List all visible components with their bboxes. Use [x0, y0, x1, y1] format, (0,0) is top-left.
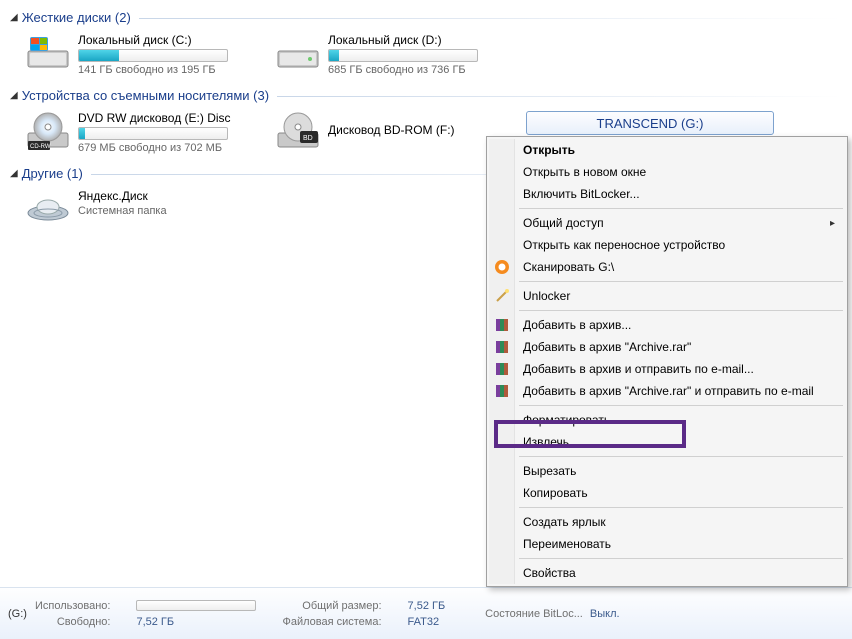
ctx-format[interactable]: Форматировать... — [489, 409, 845, 431]
total-label: Общий размер: — [282, 600, 381, 612]
submenu-arrow-icon: ▸ — [830, 218, 835, 229]
ctx-add-to-archive[interactable]: Добавить в архив... — [489, 314, 845, 336]
rar-books-icon — [494, 317, 510, 333]
yandex-disk-item[interactable]: Яндекс.Диск Системная папка — [24, 189, 274, 229]
group-rule — [277, 96, 842, 97]
magic-wand-icon — [494, 288, 510, 304]
space-bar — [78, 49, 228, 62]
dvd-rw-icon: CD-RW — [24, 111, 72, 151]
ctx-enable-bitlocker[interactable]: Включить BitLocker... — [489, 183, 845, 205]
ctx-separator — [519, 507, 843, 508]
ctx-separator — [519, 310, 843, 311]
ctx-copy[interactable]: Копировать — [489, 482, 845, 504]
ctx-create-shortcut[interactable]: Создать ярлык — [489, 511, 845, 533]
used-value — [136, 600, 256, 612]
ctx-scan[interactable]: Сканировать G:\ — [489, 256, 845, 278]
free-value: 7,52 ГБ — [136, 616, 256, 628]
group-title: Устройства со съемными носителями (3) — [22, 88, 269, 103]
rar-books-icon — [494, 339, 510, 355]
space-bar — [328, 49, 478, 62]
ctx-separator — [519, 281, 843, 282]
total-value: 7,52 ГБ — [408, 600, 446, 612]
ctx-properties[interactable]: Свойства — [489, 562, 845, 584]
space-fill — [79, 50, 119, 61]
group-title: Другие (1) — [22, 166, 83, 181]
ctx-separator — [519, 558, 843, 559]
collapse-triangle-icon: ◢ — [10, 12, 18, 23]
used-progress-icon — [136, 600, 256, 611]
ctx-separator — [519, 456, 843, 457]
svg-text:CD-RW: CD-RW — [30, 144, 51, 150]
fs-label: Файловая система: — [282, 616, 381, 628]
group-title: Жесткие диски (2) — [22, 10, 131, 25]
rar-books-icon — [494, 361, 510, 377]
space-fill — [79, 128, 85, 139]
drive-d[interactable]: Локальный диск (D:) 685 ГБ свободно из 7… — [274, 33, 524, 76]
ctx-eject[interactable]: Извлечь — [489, 431, 845, 453]
ctx-archive-email[interactable]: Добавить в архив и отправить по e-mail..… — [489, 358, 845, 380]
drive-freespace: 685 ГБ свободно из 736 ГБ — [328, 64, 524, 76]
drive-freespace: 679 МБ свободно из 702 МБ — [78, 142, 274, 154]
ctx-open-new-window[interactable]: Открыть в новом окне — [489, 161, 845, 183]
space-fill — [329, 50, 339, 61]
bd-rom-icon: BD — [274, 111, 322, 151]
drive-e-dvd[interactable]: CD-RW DVD RW дисковод (E:) Disc 679 МБ с… — [24, 111, 274, 154]
group-header-removable[interactable]: ◢ Устройства со съемными носителями (3) — [10, 88, 842, 103]
details-pane: (G:) Использовано: Общий размер: 7,52 ГБ… — [0, 587, 852, 639]
ctx-open-portable[interactable]: Открыть как переносное устройство — [489, 234, 845, 256]
drive-label: Дисковод BD-ROM (F:) — [328, 123, 524, 137]
ctx-open[interactable]: Открыть — [489, 139, 845, 161]
drive-label: Локальный диск (C:) — [78, 33, 274, 47]
hdd-icon — [274, 33, 322, 73]
rar-books-icon — [494, 383, 510, 399]
space-bar — [78, 127, 228, 140]
drive-freespace: 141 ГБ свободно из 195 ГБ — [78, 64, 274, 76]
details-drive-prefix: (G:) — [8, 608, 27, 620]
hdd-row: Локальный диск (C:) 141 ГБ свободно из 1… — [10, 31, 842, 84]
ctx-cut[interactable]: Вырезать — [489, 460, 845, 482]
drive-c[interactable]: Локальный диск (C:) 141 ГБ свободно из 1… — [24, 33, 274, 76]
folder-type: Системная папка — [78, 205, 167, 217]
ctx-unlocker[interactable]: Unlocker — [489, 285, 845, 307]
group-rule — [139, 18, 842, 19]
context-menu: Открыть Открыть в новом окне Включить Bi… — [486, 136, 848, 587]
drive-g-transcend-selected[interactable]: TRANSCEND (G:) — [526, 111, 774, 135]
collapse-triangle-icon: ◢ — [10, 168, 18, 179]
folder-label: Яндекс.Диск — [78, 189, 167, 203]
antivirus-shield-icon — [494, 259, 510, 275]
ctx-rename[interactable]: Переименовать — [489, 533, 845, 555]
fs-value: FAT32 — [408, 616, 446, 628]
free-label: Свободно: — [35, 616, 111, 628]
drive-label: TRANSCEND (G:) — [597, 116, 704, 131]
group-header-hdd[interactable]: ◢ Жесткие диски (2) — [10, 10, 842, 25]
drive-label: Локальный диск (D:) — [328, 33, 524, 47]
hdd-windows-icon — [24, 33, 72, 73]
used-label: Использовано: — [35, 600, 111, 612]
ctx-add-to-archive-rar[interactable]: Добавить в архив "Archive.rar" — [489, 336, 845, 358]
bitlocker-value: Выкл. — [590, 608, 620, 620]
ctx-share[interactable]: Общий доступ▸ — [489, 212, 845, 234]
ctx-separator — [519, 405, 843, 406]
svg-text:BD: BD — [303, 135, 313, 142]
collapse-triangle-icon: ◢ — [10, 90, 18, 101]
bitlocker-label: Состояние BitLoc... — [485, 608, 583, 620]
ctx-separator — [519, 208, 843, 209]
ufo-saucer-icon — [24, 189, 72, 229]
ctx-archive-rar-email[interactable]: Добавить в архив "Archive.rar" и отправи… — [489, 380, 845, 402]
drive-label: DVD RW дисковод (E:) Disc — [78, 111, 274, 125]
